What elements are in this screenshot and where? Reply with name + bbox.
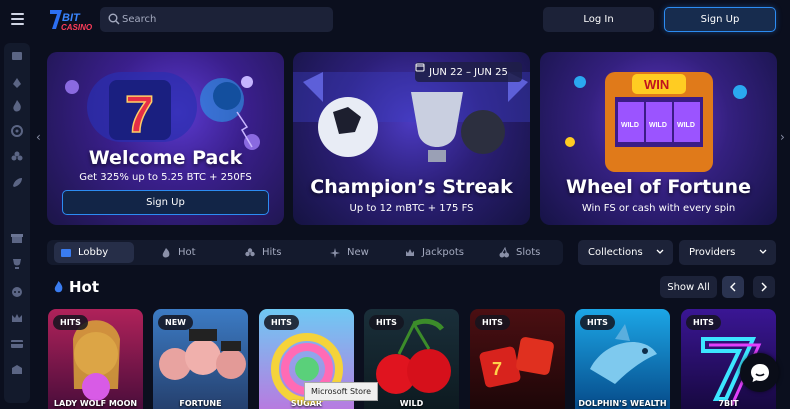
search-box[interactable] [100,7,333,32]
banner-subtitle: Get 325% up to 5.25 BTC + 250FS [79,172,252,183]
banner-champions-streak[interactable]: JUN 22 – JUN 25 Champion’s Streak Up to … [293,52,530,225]
banner-title: Wheel of Fortune [566,176,751,198]
wild-slot-illustration: WILD WILD WILD WIN [565,72,747,172]
sidebar [4,43,30,403]
section-title: Hot [53,278,99,296]
search-icon [108,13,120,25]
game-badge: HITS [264,315,299,330]
prev-button[interactable] [722,276,744,298]
banner-welcome-pack[interactable]: 7 Welcome Pack Get 325% up to 5.25 BTC +… [47,52,284,225]
tournament-icon[interactable] [10,284,24,298]
banner-title: Welcome Pack [88,147,243,169]
tab-jackpots[interactable]: Jackpots [398,242,470,263]
signup-button[interactable]: Sign Up [664,7,776,32]
category-tabs: Lobby Hot Hits New Jackpots Slots [47,240,563,265]
logo[interactable]: BIT CASINO [48,7,93,33]
game-title: WILD [399,399,424,408]
banner-signup-button[interactable]: Sign Up [62,190,269,215]
game-badge: HITS [475,315,510,330]
chat-icon [750,363,769,382]
login-button[interactable]: Log In [543,7,654,32]
game-title: 7BIT [718,399,739,408]
fire-icon [54,281,63,293]
search-input[interactable] [122,7,327,32]
game-card[interactable]: HITS WILD [364,309,459,409]
calendar-icon [415,63,425,72]
chat-button[interactable] [740,353,779,392]
clover-icon[interactable] [10,150,24,164]
wild-reel-3: WILD [677,122,695,129]
game-card[interactable]: HITS DOLPHIN'S WEALTH [575,309,670,409]
collections-dropdown[interactable]: Collections [578,240,673,265]
tooltip: Microsoft Store [304,382,379,401]
game-card[interactable]: NEW FORTUNE [153,309,248,409]
roulette-icon[interactable] [10,124,24,138]
lobby-icon[interactable] [10,49,24,63]
providers-dropdown[interactable]: Providers [679,240,776,265]
date-range: JUN 22 – JUN 25 [429,66,508,78]
card-icon[interactable] [10,337,24,351]
show-all-button[interactable]: Show All [660,276,717,298]
vip-icon[interactable] [10,363,24,377]
svg-text:CASINO: CASINO [61,23,92,32]
fire-icon [162,247,170,257]
game-card[interactable]: HITS LADY WOLF MOON [48,309,143,409]
next-button[interactable] [753,276,775,298]
trophy-icon[interactable] [10,257,24,271]
fire-icon[interactable] [10,99,24,113]
banner-next-arrow[interactable]: › [780,130,785,144]
wild-reel-2: WILD [649,122,667,129]
chevron-left-icon [730,282,736,292]
menu-icon[interactable] [11,13,24,25]
chevron-down-icon [656,249,664,254]
header: BIT CASINO Log In Sign Up [0,0,790,40]
tab-slots[interactable]: Slots [492,242,546,263]
banner-title: Champion’s Streak [310,176,513,198]
game-badge: HITS [53,315,88,330]
game-badge: HITS [369,315,404,330]
wild-reel-1: WILD [621,122,639,129]
sparkle-icon [330,247,340,258]
lobby-icon [61,248,71,257]
crown-icon[interactable] [10,311,24,325]
game-title: LADY WOLF MOON [53,399,138,408]
game-badge: HITS [580,315,615,330]
game-title: DOLPHIN'S WEALTH [578,399,667,408]
poker-icon[interactable] [10,76,24,90]
tab-new[interactable]: New [323,242,375,263]
game-title: FORTUNE [179,399,222,408]
game-badge: NEW [158,315,193,330]
banner-subtitle: Up to 12 mBTC + 175 FS [349,203,474,214]
rocket-icon[interactable] [10,176,24,190]
clover-icon [245,247,255,256]
tab-hot[interactable]: Hot [154,242,202,263]
banner-subtitle: Win FS or cash with every spin [581,203,736,214]
banner-wheel-of-fortune[interactable]: WILD WILD WILD WIN Wheel of Fortune Win … [540,52,777,225]
game-card[interactable]: 7 HITS [470,309,565,409]
jackpot-icon [406,248,414,256]
game-badge: HITS [686,315,721,330]
chevron-right-icon [761,282,767,292]
svg-text:7: 7 [492,359,502,379]
chevron-down-icon [759,249,767,254]
tab-lobby[interactable]: Lobby [54,242,134,263]
banner-prev-arrow[interactable]: ‹ [36,130,41,144]
svg-text:7: 7 [125,86,154,144]
tab-hits[interactable]: Hits [238,242,287,263]
gift-icon[interactable] [10,231,24,245]
win-sign: WIN [644,77,669,92]
date-pill: JUN 22 – JUN 25 [415,62,522,82]
cherry-icon [499,246,509,257]
